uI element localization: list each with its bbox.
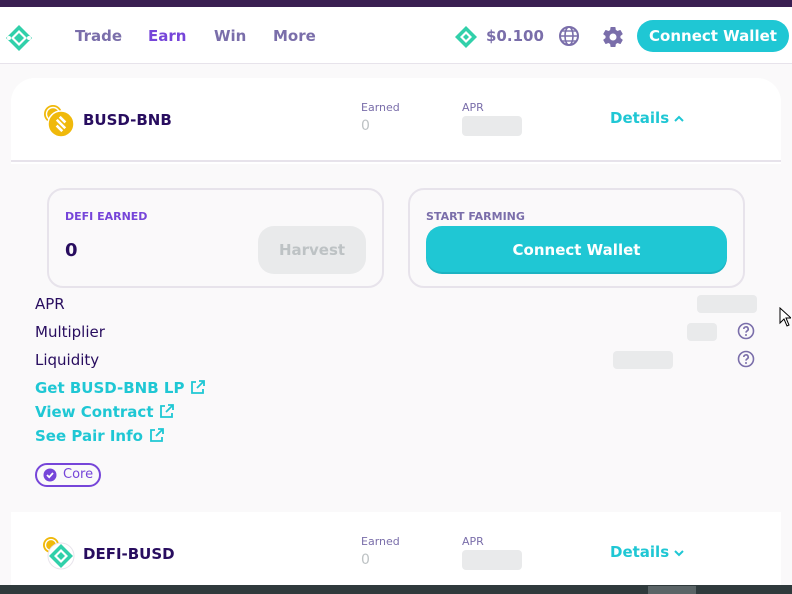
navbar: Trade Earn Win More $0.100 Connect Walle… [0, 7, 792, 64]
apr-skeleton [462, 550, 522, 570]
apr-info-label: APR [35, 295, 65, 313]
apr-label: APR [462, 535, 484, 548]
defi-earned-title: DEFI EARNED [65, 210, 148, 223]
harvest-button[interactable]: Harvest [258, 226, 366, 274]
busd-bnb-token-pair-icon [44, 105, 75, 138]
token-logo-icon [455, 26, 477, 48]
taskbar-item[interactable] [648, 586, 696, 594]
earned-value: 0 [361, 118, 370, 134]
nav-earn[interactable]: Earn [148, 27, 186, 45]
top-strip [0, 0, 792, 7]
details-label: Details [610, 109, 670, 127]
view-contract-link[interactable]: View Contract [35, 403, 175, 421]
core-tag: Core [35, 463, 101, 487]
apr-info-skeleton [697, 295, 757, 313]
start-farming-box: START FARMING Connect Wallet [408, 188, 745, 288]
multiplier-skeleton [687, 323, 717, 341]
defi-earned-value: 0 [65, 240, 78, 261]
external-link-icon [160, 404, 175, 418]
mouse-cursor-icon [779, 307, 791, 327]
liquidity-label: Liquidity [35, 351, 100, 369]
external-link-icon [191, 380, 206, 394]
see-pair-info-label: See Pair Info [35, 427, 143, 445]
details-label: Details [610, 543, 670, 561]
multiplier-label: Multiplier [35, 323, 105, 341]
multiplier-help-icon[interactable] [737, 322, 755, 340]
see-pair-info-link[interactable]: See Pair Info [35, 427, 164, 445]
details-toggle[interactable]: Details [610, 109, 685, 127]
farm-details-panel: DEFI EARNED 0 Harvest START FARMING Conn… [11, 164, 781, 512]
logo-icon[interactable] [5, 24, 33, 52]
earned-value: 0 [361, 552, 370, 568]
connect-wallet-button[interactable]: Connect Wallet [637, 20, 789, 52]
chevron-down-icon [674, 549, 684, 556]
farm-connect-wallet-button[interactable]: Connect Wallet [426, 226, 727, 274]
earned-label: Earned [361, 535, 400, 548]
get-lp-label: Get BUSD-BNB LP [35, 379, 185, 397]
nav-more[interactable]: More [273, 27, 316, 45]
nav-trade[interactable]: Trade [75, 27, 122, 45]
get-lp-link[interactable]: Get BUSD-BNB LP [35, 379, 206, 397]
chevron-up-icon [674, 115, 684, 122]
farm-pair-name: BUSD-BNB [83, 111, 172, 129]
globe-icon[interactable] [558, 25, 580, 47]
defi-busd-token-pair-icon [43, 537, 75, 570]
external-link-icon [150, 428, 164, 442]
details-toggle[interactable]: Details [610, 543, 685, 561]
apr-label: APR [462, 101, 484, 114]
start-farming-title: START FARMING [426, 210, 525, 223]
farm-row-busd-bnb[interactable]: BUSD-BNB Earned 0 APR Details [11, 78, 781, 162]
verified-check-icon [43, 468, 57, 482]
gear-icon[interactable] [601, 25, 625, 49]
defi-earned-box: DEFI EARNED 0 Harvest [47, 188, 384, 288]
core-tag-label: Core [63, 467, 94, 482]
apr-skeleton [462, 116, 522, 136]
view-contract-label: View Contract [35, 403, 154, 421]
liquidity-skeleton [613, 351, 673, 369]
liquidity-help-icon[interactable] [737, 350, 755, 368]
earned-label: Earned [361, 101, 400, 114]
token-price: $0.100 [486, 27, 544, 45]
farm-row-defi-busd[interactable]: DEFI-BUSD Earned 0 APR Details [11, 512, 781, 594]
nav-win[interactable]: Win [214, 27, 246, 45]
farm-pair-name: DEFI-BUSD [83, 545, 175, 563]
farm-card: BUSD-BNB Earned 0 APR Details DEFI EARNE… [11, 78, 781, 594]
